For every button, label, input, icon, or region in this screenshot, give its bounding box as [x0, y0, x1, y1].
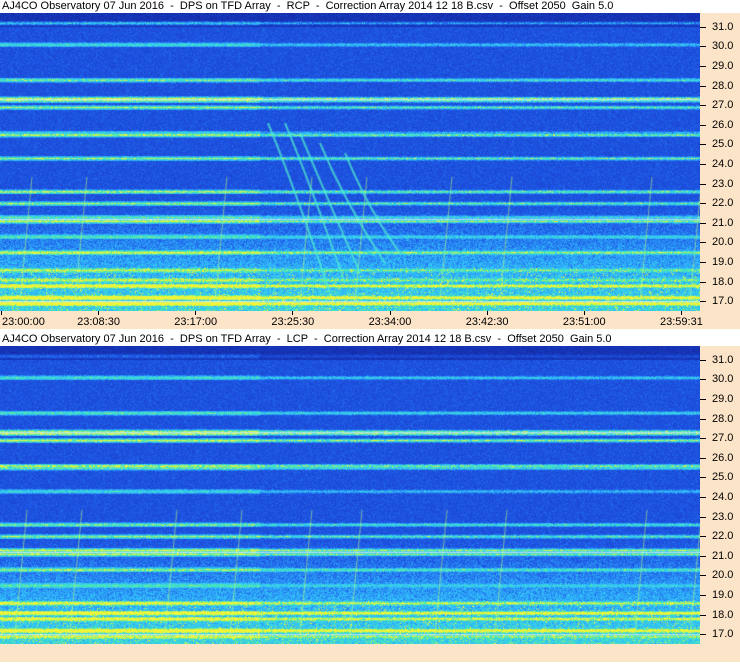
- y-tick-label: 23.0: [712, 510, 734, 523]
- y-tick-mark: [700, 301, 706, 303]
- y-tick-label: 27.0: [712, 99, 734, 112]
- y-tick-mark: [700, 536, 706, 538]
- y-tick-mark: [700, 594, 706, 596]
- y-tick-label: 30.0: [712, 373, 734, 386]
- y-tick-label: 29.0: [712, 59, 734, 72]
- x-tick-mark: [583, 311, 585, 315]
- x-tick-mark: [389, 311, 391, 315]
- x-tick-label: 23:51:00: [562, 316, 606, 328]
- y-tick-label: 25.0: [712, 138, 734, 151]
- y-tick-mark: [700, 359, 706, 361]
- y-tick-label: 19.0: [712, 255, 734, 268]
- x-tick-label: 23:42:30: [465, 316, 509, 328]
- y-tick-label: 23.0: [712, 177, 734, 190]
- x-tick-mark: [1, 311, 2, 315]
- x-tick-label: 23:34:00: [368, 316, 412, 328]
- x-tick-mark: [195, 311, 197, 315]
- y-tick-label: 27.0: [712, 432, 734, 445]
- y-tick-mark: [700, 222, 706, 224]
- y-tick-label: 30.0: [712, 40, 734, 53]
- y-tick-label: 22.0: [712, 197, 734, 210]
- x-tick-mark: [292, 311, 294, 315]
- y-tick-mark: [700, 496, 706, 498]
- y-tick-mark: [700, 183, 706, 185]
- y-tick-mark: [700, 203, 706, 205]
- y-tick-label: 19.0: [712, 588, 734, 601]
- y-tick-label: 28.0: [712, 412, 734, 425]
- y-tick-mark: [700, 281, 706, 283]
- y-tick-label: 22.0: [712, 530, 734, 543]
- y-tick-label: 17.0: [712, 628, 734, 641]
- lcp-frequency-axis: 31.0 30.0 29.0 28.0 27.0 26.0 25.0 24.0 23.0 22.0…: [700, 346, 740, 644]
- y-tick-label: 20.0: [712, 569, 734, 582]
- y-tick-label: 18.0: [712, 275, 734, 288]
- y-tick-mark: [700, 124, 706, 126]
- y-tick-label: 21.0: [712, 549, 734, 562]
- y-tick-mark: [700, 477, 706, 479]
- y-tick-label: 28.0: [712, 79, 734, 92]
- y-tick-mark: [700, 379, 706, 381]
- y-tick-label: 21.0: [712, 216, 734, 229]
- y-tick-mark: [700, 516, 706, 518]
- x-tick-mark: [681, 311, 682, 315]
- x-tick-mark: [98, 311, 100, 315]
- y-tick-label: 31.0: [712, 353, 734, 366]
- y-tick-label: 20.0: [712, 236, 734, 249]
- y-tick-label: 25.0: [712, 471, 734, 484]
- y-tick-label: 17.0: [712, 295, 734, 308]
- x-tick-mark: [486, 311, 488, 315]
- y-tick-mark: [700, 634, 706, 636]
- x-tick-label: 23:00:00: [2, 316, 45, 328]
- rcp-chart-title: AJ4CO Observatory 07 Jun 2016 - DPS on T…: [0, 0, 740, 13]
- y-tick-label: 31.0: [712, 20, 734, 33]
- lcp-spectrogram-canvas: [0, 346, 700, 644]
- y-tick-label: 26.0: [712, 451, 734, 464]
- y-tick-label: 26.0: [712, 118, 734, 131]
- y-tick-mark: [700, 65, 706, 67]
- y-tick-mark: [700, 555, 706, 557]
- y-tick-mark: [700, 85, 706, 87]
- time-axis: 23:00:00 23:08:30 23:17:00 23:25:30 23:34:00…: [0, 311, 740, 329]
- y-tick-mark: [700, 438, 706, 440]
- y-tick-mark: [700, 105, 706, 107]
- y-tick-mark: [700, 614, 706, 616]
- y-tick-label: 18.0: [712, 608, 734, 621]
- x-tick-label: 23:59:31: [660, 316, 703, 328]
- y-tick-mark: [700, 398, 706, 400]
- y-tick-mark: [700, 575, 706, 577]
- y-tick-label: 24.0: [712, 490, 734, 503]
- y-tick-mark: [700, 242, 706, 244]
- y-tick-mark: [700, 46, 706, 48]
- x-tick-label: 23:08:30: [77, 316, 120, 328]
- rcp-spectrogram-canvas: [0, 13, 700, 311]
- y-tick-mark: [700, 163, 706, 165]
- lcp-chart-title: AJ4CO Observatory 07 Jun 2016 - DPS on T…: [0, 333, 740, 346]
- lcp-time-axis: [0, 644, 740, 662]
- y-tick-mark: [700, 261, 706, 263]
- x-tick-label: 23:17:00: [174, 316, 218, 328]
- rcp-frequency-axis: 31.0 30.0 29.0 28.0 27.0 26.0 25.0 24.0 23.0 22.0…: [700, 13, 740, 311]
- y-tick-mark: [700, 457, 706, 459]
- y-tick-label: 29.0: [712, 392, 734, 405]
- y-tick-mark: [700, 144, 706, 146]
- x-tick-label: 23:25:30: [271, 316, 315, 328]
- y-tick-mark: [700, 418, 706, 420]
- y-tick-mark: [700, 26, 706, 28]
- y-tick-label: 24.0: [712, 157, 734, 170]
